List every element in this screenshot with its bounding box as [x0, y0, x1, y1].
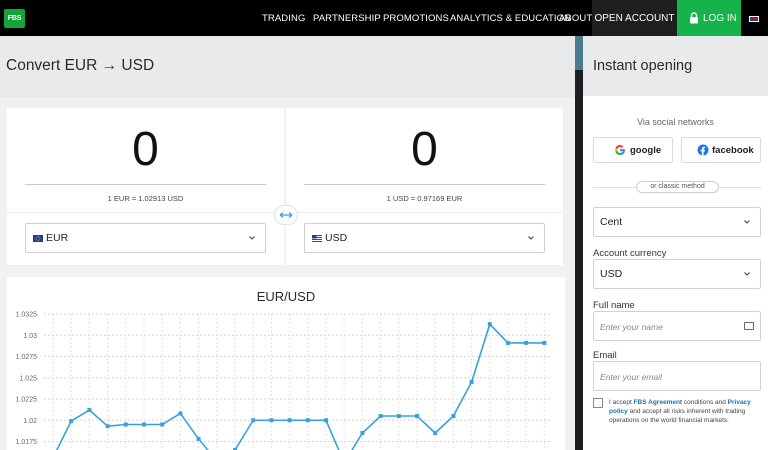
full-name-field[interactable]: Enter your name: [593, 311, 761, 341]
signup-title: Instant opening: [593, 58, 693, 74]
data-point[interactable]: [269, 418, 274, 423]
open-account-button[interactable]: OPEN ACCOUNT: [592, 0, 677, 36]
chart-y-axis-labels: 1.0325 1.03 1.0275 1.025 1.0225 1.02 1.0175: [16, 312, 38, 447]
data-point[interactable]: [360, 431, 365, 435]
from-amount-underline: [25, 184, 266, 185]
data-point[interactable]: [487, 322, 492, 327]
data-point[interactable]: [287, 418, 292, 423]
fbs-logo[interactable]: FBS: [4, 9, 25, 28]
data-point[interactable]: [69, 419, 74, 424]
data-point[interactable]: [123, 422, 128, 427]
google-label: google: [630, 145, 662, 156]
y-tick-label: 1.0325: [16, 312, 38, 319]
to-amount-underline: [304, 184, 545, 185]
data-point[interactable]: [542, 340, 547, 345]
page-title: Convert EUR → USD: [6, 57, 155, 74]
agreement-text-part: conditions and: [683, 399, 726, 406]
from-currency-label: EUR: [46, 232, 69, 244]
divider: [7, 212, 284, 213]
lock-icon: [690, 12, 698, 24]
scroll-thumb[interactable]: [575, 36, 583, 70]
account-currency-select[interactable]: USD: [593, 259, 761, 289]
chevron-down-icon: [744, 272, 750, 276]
eur-usd-line-chart: 1.0325 1.03 1.0275 1.025 1.0225 1.02 1.0175: [16, 312, 550, 450]
login-button[interactable]: LOG IN: [677, 0, 741, 36]
email-field[interactable]: Enter your email: [593, 361, 761, 391]
nav-item-trading[interactable]: TRADING: [262, 0, 305, 36]
uk-flag-icon[interactable]: [749, 16, 759, 22]
data-point[interactable]: [451, 414, 456, 418]
email-label: Email: [593, 350, 617, 361]
data-point[interactable]: [396, 414, 401, 418]
data-point[interactable]: [469, 380, 474, 384]
swap-arrows-icon: [279, 212, 293, 218]
us-flag-icon: [312, 235, 322, 242]
agreement-text: I accept FBS Agreement conditions and Pr…: [609, 398, 759, 425]
from-amount[interactable]: 0: [7, 122, 284, 177]
nav-item-promotions[interactable]: PROMOTIONS: [383, 0, 449, 36]
data-point[interactable]: [251, 418, 256, 423]
data-point[interactable]: [178, 411, 183, 416]
chevron-down-icon: [528, 236, 534, 240]
facebook-icon: [697, 144, 709, 156]
to-amount[interactable]: 0: [286, 122, 563, 177]
data-point[interactable]: [378, 414, 383, 418]
agreement-text-part: I accept: [609, 399, 632, 406]
y-tick-label: 1.025: [19, 375, 37, 382]
chevron-down-icon: [744, 220, 750, 224]
google-icon: [615, 145, 625, 155]
data-point[interactable]: [324, 418, 328, 423]
account-currency-value: USD: [600, 268, 623, 280]
id-card-icon: [744, 322, 754, 330]
data-point[interactable]: [433, 431, 438, 435]
data-point[interactable]: [105, 424, 110, 429]
data-point[interactable]: [415, 414, 419, 418]
agreement-checkbox[interactable]: [593, 398, 603, 408]
facebook-label: facebook: [712, 145, 754, 156]
social-label: Via social networks: [637, 117, 714, 127]
login-label: LOG IN: [703, 13, 737, 24]
full-name-placeholder: Enter your name: [600, 322, 663, 332]
or-classic-method-label: or classic method: [636, 181, 719, 193]
from-converter-card: 0 1 EUR = 1.02913 USD EUR: [7, 108, 284, 265]
data-point[interactable]: [524, 340, 529, 345]
y-tick-label: 1.0275: [16, 354, 38, 361]
to-rate: 1 USD = 0.97169 EUR: [386, 194, 463, 203]
data-point[interactable]: [160, 422, 165, 427]
nav-item-about[interactable]: ABOUT: [559, 0, 592, 36]
to-converter-card: 0 1 USD = 0.97169 EUR USD: [286, 108, 563, 265]
data-point[interactable]: [305, 418, 310, 423]
google-signup-button[interactable]: google: [593, 137, 673, 163]
from-currency-select[interactable]: EUR: [25, 223, 266, 253]
account-type-select[interactable]: Cent: [593, 207, 761, 237]
chevron-down-icon: [249, 236, 255, 240]
scroll-strip[interactable]: [575, 36, 583, 450]
y-tick-label: 1.0175: [16, 439, 38, 446]
fbs-agreement-link[interactable]: FBS Agreement: [634, 399, 683, 406]
y-tick-label: 1.02: [23, 418, 37, 425]
eu-flag-icon: [33, 235, 43, 242]
to-currency-label: USD: [325, 232, 348, 244]
full-name-label: Full name: [593, 300, 635, 311]
chart-grid: [44, 313, 550, 450]
facebook-signup-button[interactable]: facebook: [681, 137, 761, 163]
y-tick-label: 1.03: [23, 333, 37, 340]
agreement-text-part: and accept all risks inherent with tradi…: [609, 408, 746, 424]
email-placeholder: Enter your email: [600, 372, 662, 382]
nav-item-partnership[interactable]: PARTNERSHIP: [313, 0, 381, 36]
data-point[interactable]: [196, 436, 201, 441]
data-point[interactable]: [506, 340, 510, 345]
data-point[interactable]: [142, 422, 146, 427]
series-line: [55, 322, 545, 450]
account-currency-label: Account currency: [593, 248, 667, 259]
nav-item-analytics-education[interactable]: ANALYTICS & EDUCATION: [450, 0, 571, 36]
divider: [286, 212, 563, 213]
to-currency-select[interactable]: USD: [304, 223, 545, 253]
swap-currencies-button[interactable]: [274, 205, 298, 225]
data-point[interactable]: [87, 408, 92, 413]
from-rate: 1 EUR = 1.02913 USD: [107, 194, 184, 203]
account-type-value: Cent: [600, 216, 623, 228]
y-tick-label: 1.0225: [16, 397, 38, 404]
